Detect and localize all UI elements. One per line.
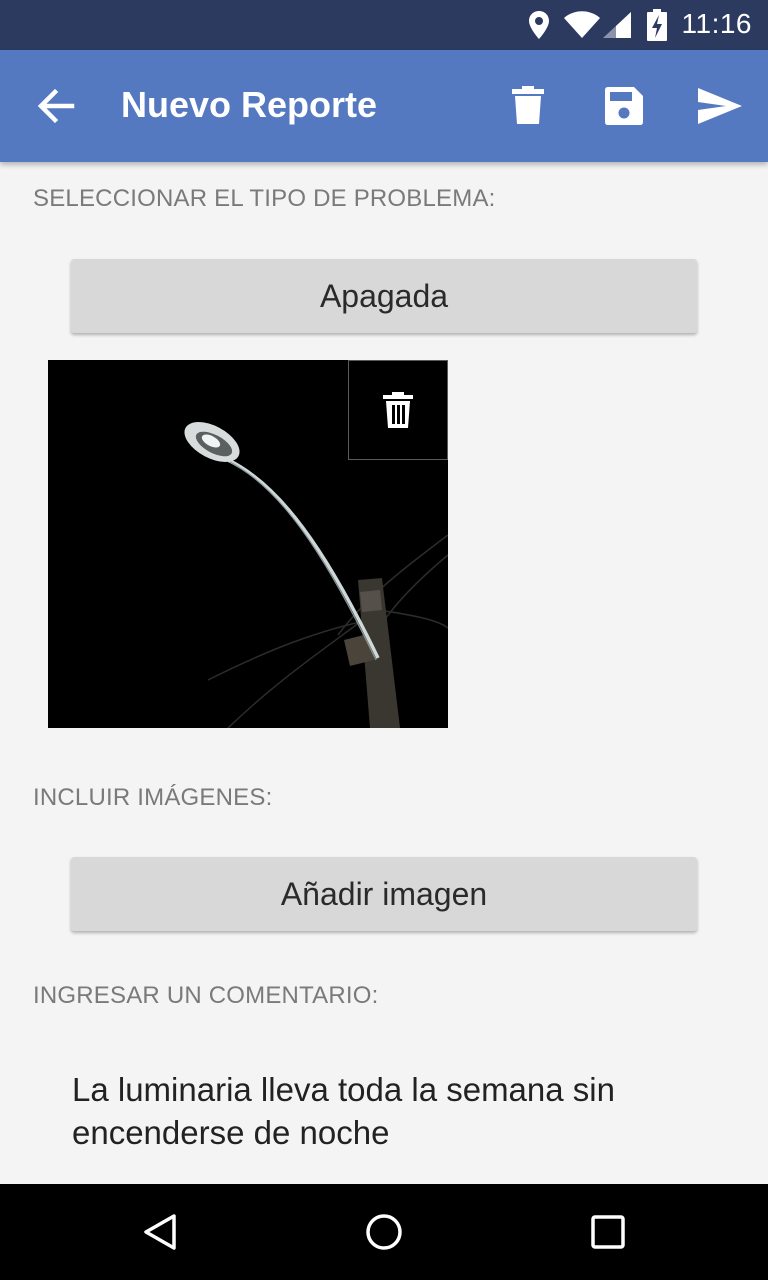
problem-type-selector[interactable]: Apagada <box>71 259 697 333</box>
nav-bar <box>0 1184 768 1280</box>
signal-icon <box>603 12 631 38</box>
photo-delete-button[interactable] <box>348 360 448 460</box>
trash-icon <box>383 392 413 428</box>
app-bar: Nuevo Reporte <box>0 50 768 162</box>
back-triangle-icon[interactable] <box>140 1212 180 1252</box>
location-icon <box>529 11 549 39</box>
home-circle-icon[interactable] <box>364 1212 404 1252</box>
comment-field[interactable]: La luminaria lleva toda la semana sin en… <box>72 1068 712 1154</box>
recents-square-icon[interactable] <box>588 1212 628 1252</box>
send-icon[interactable] <box>698 88 742 124</box>
battery-charging-icon <box>647 9 667 41</box>
comment-label: INGRESAR UN COMENTARIO: <box>33 982 379 1009</box>
page-title: Nuevo Reporte <box>121 84 378 125</box>
wifi-icon <box>564 11 600 38</box>
save-icon[interactable] <box>605 87 643 125</box>
add-image-button[interactable]: Añadir imagen <box>71 857 697 931</box>
problem-type-label: SELECCIONAR EL TIPO DE PROBLEMA: <box>33 185 496 212</box>
delete-icon[interactable] <box>512 86 544 126</box>
status-bar: 11:16 <box>0 0 768 50</box>
include-images-label: INCLUIR IMÁGENES: <box>33 784 273 811</box>
add-image-button-label: Añadir imagen <box>280 875 488 912</box>
problem-type-value: Apagada <box>319 277 449 314</box>
status-time: 11:16 <box>681 8 752 39</box>
report-photo <box>48 360 448 728</box>
back-arrow-icon[interactable] <box>36 86 76 126</box>
